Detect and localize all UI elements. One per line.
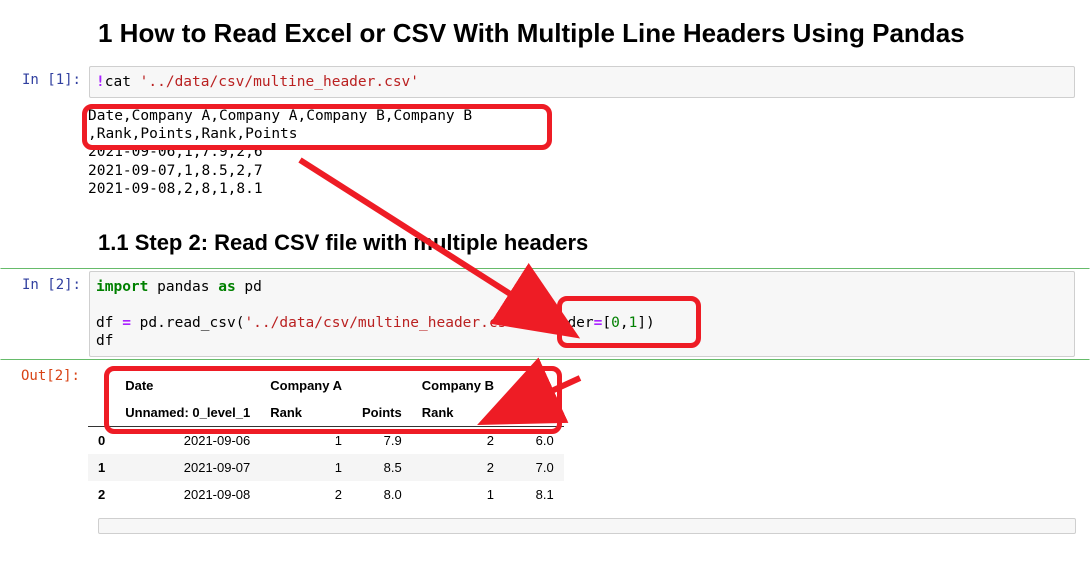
table-cell: 8.0 xyxy=(352,481,412,508)
table-cell: 2 xyxy=(412,454,504,481)
heading-2: 1.1 Step 2: Read CSV file with multiple … xyxy=(98,230,1090,256)
empty-code-input[interactable] xyxy=(98,518,1076,534)
table-header-cell xyxy=(88,372,115,399)
code-input-1[interactable]: !cat '../data/csv/multine_header.csv' xyxy=(89,66,1075,98)
table-header-cell xyxy=(504,372,564,399)
table-cell: 2021-09-06 xyxy=(115,427,260,455)
table-cell: 1 xyxy=(260,427,352,455)
output-area-2: DateCompany A Company B Unnamed: 0_level_… xyxy=(88,362,1090,512)
table-header-cell: Points xyxy=(352,399,412,427)
output-prompt-2: Out[2]: xyxy=(0,362,88,384)
table-header-cell xyxy=(352,372,412,399)
input-prompt-1: In [1]: xyxy=(1,66,89,88)
table-cell: 2021-09-08 xyxy=(115,481,260,508)
dataframe-table: DateCompany A Company B Unnamed: 0_level_… xyxy=(88,372,564,508)
table-cell: 2 xyxy=(260,481,352,508)
table-cell: 2 xyxy=(412,427,504,455)
table-cell: 2021-09-07 xyxy=(115,454,260,481)
table-row: 02021-09-0617.926.0 xyxy=(88,427,564,455)
stdout-text: Date,Company A,Company A,Company B,Compa… xyxy=(88,107,1090,198)
empty-code-cell[interactable] xyxy=(0,518,1090,534)
input-prompt-2: In [2]: xyxy=(1,271,89,293)
code-line: import pandas as pd df = pd.read_csv('..… xyxy=(96,278,1068,351)
table-header-cell xyxy=(88,399,115,427)
table-cell: 7.0 xyxy=(504,454,564,481)
table-body: 02021-09-0617.926.012021-09-0718.527.022… xyxy=(88,427,564,509)
output-row-1: Date,Company A,Company A,Company B,Compa… xyxy=(0,103,1090,206)
table-header-row-2: Unnamed: 0_level_1RankPointsRankPoints xyxy=(88,399,564,427)
row-index: 2 xyxy=(88,481,115,508)
table-header-cell: Unnamed: 0_level_1 xyxy=(115,399,260,427)
row-index: 1 xyxy=(88,454,115,481)
table-header-row-1: DateCompany A Company B xyxy=(88,372,564,399)
table-header-cell: Rank xyxy=(260,399,352,427)
table-cell: 7.9 xyxy=(352,427,412,455)
table-cell: 1 xyxy=(412,481,504,508)
table-header-cell: Company A xyxy=(260,372,352,399)
table-cell: 1 xyxy=(260,454,352,481)
output-row-2: Out[2]: DateCompany A Company B Unnamed: … xyxy=(0,362,1090,512)
table-row: 12021-09-0718.527.0 xyxy=(88,454,564,481)
table-header-cell: Points xyxy=(504,399,564,427)
table-row: 22021-09-0828.018.1 xyxy=(88,481,564,508)
code-cell-1[interactable]: In [1]: !cat '../data/csv/multine_header… xyxy=(0,63,1090,101)
output-area-1: Date,Company A,Company A,Company B,Compa… xyxy=(88,103,1090,206)
table-cell: 8.1 xyxy=(504,481,564,508)
code-input-2[interactable]: import pandas as pd df = pd.read_csv('..… xyxy=(89,271,1075,358)
heading-1: 1 How to Read Excel or CSV With Multiple… xyxy=(98,18,1090,49)
table-header-cell: Company B xyxy=(412,372,504,399)
row-index: 0 xyxy=(88,427,115,455)
code-cell-2[interactable]: In [2]: import pandas as pd df = pd.read… xyxy=(0,268,1090,361)
notebook-container: 1 How to Read Excel or CSV With Multiple… xyxy=(0,18,1090,544)
table-header-cell: Date xyxy=(115,372,260,399)
table-cell: 8.5 xyxy=(352,454,412,481)
output-prompt-1-blank xyxy=(0,103,88,109)
table-cell: 6.0 xyxy=(504,427,564,455)
table-header-cell: Rank xyxy=(412,399,504,427)
code-line: !cat '../data/csv/multine_header.csv' xyxy=(96,73,1068,91)
